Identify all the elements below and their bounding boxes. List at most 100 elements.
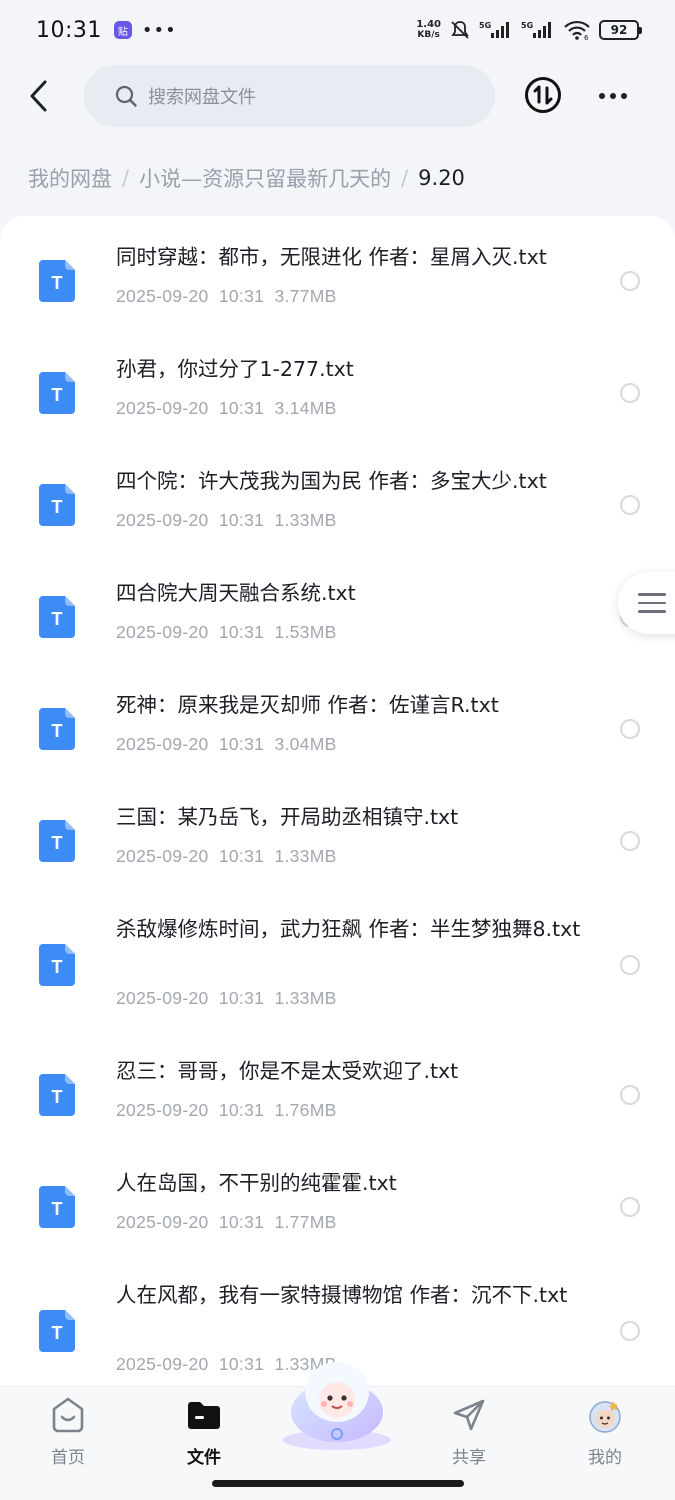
upload-download-icon [525,77,561,113]
svg-text:T: T [52,957,63,977]
nav-home-label: 首页 [51,1448,85,1468]
breadcrumb-root[interactable]: 我的网盘 [28,163,112,193]
svg-text:T: T [52,385,63,405]
svg-text:T: T [52,1199,63,1219]
app-notification-icon: 贴 [113,21,132,39]
file-meta: 2025-09-20 10:31 3.04MB [116,734,337,754]
file-row[interactable]: T 四个院：许大茂我为国为民 作者：多宝大少.txt 2025-09-20 10:3… [0,440,675,552]
txt-file-icon: T [39,372,75,414]
file-list: T 同时穿越：都市，无限进化 作者：星屑入灭.txt 2025-09-20 10:3… [0,216,675,1386]
file-name: 杀敌爆修炼时间，武力狂飙 作者：半生梦独舞8.txt [116,917,581,941]
dot-icon [599,93,605,99]
svg-text:T: T [52,609,63,629]
svg-text:T: T [52,1087,63,1107]
file-row[interactable]: T 忍三：哥哥，你是不是太受欢迎了.txt 2025-09-20 10:31 1.7… [0,1030,675,1142]
status-time: 10:31 [36,17,102,43]
file-meta: 2025-09-20 10:31 1.76MB [116,1100,337,1120]
file-meta: 2025-09-20 10:31 1.33MB [116,988,337,1008]
search-icon [115,85,137,107]
svg-text:T: T [52,1323,63,1343]
select-checkbox[interactable] [620,495,640,515]
nav-mine-label: 我的 [588,1448,622,1468]
menu-line-icon [638,610,666,613]
select-checkbox[interactable] [620,831,640,851]
status-bar: 10:31 贴 ••• 1.40 KB/s 5G 5G 6 92 [0,0,675,60]
breadcrumb: 我的网盘 / 小说—资源只留最新几天的 / 9.20 [28,160,465,196]
select-checkbox[interactable] [620,955,640,975]
file-name: 孙君，你过分了1-277.txt [116,357,354,381]
select-checkbox[interactable] [620,719,640,739]
breadcrumb-separator: / [122,166,130,190]
file-name: 同时穿越：都市，无限进化 作者：星屑入灭.txt [116,245,547,269]
avatar-icon [589,1401,621,1433]
search-placeholder: 搜索网盘文件 [148,87,256,108]
file-row[interactable]: T 四合院大周天融合系统.txt 2025-09-20 10:31 1.53MB [0,552,675,664]
top-bar: 搜索网盘文件 [0,62,675,130]
txt-file-icon: T [39,708,75,750]
file-row[interactable]: T 死神：原来我是灭却师 作者：佐谨言R.txt 2025-09-20 10:31 … [0,664,675,776]
svg-text:5G: 5G [521,21,533,30]
send-icon [453,1399,485,1431]
search-input[interactable]: 搜索网盘文件 [84,65,495,127]
svg-text:T: T [52,833,63,853]
file-meta: 2025-09-20 10:31 1.77MB [116,1212,337,1232]
dot-icon [610,93,616,99]
select-checkbox[interactable] [620,271,640,291]
menu-line-icon [638,593,666,596]
nav-home[interactable]: 首页 [23,1395,113,1468]
breadcrumb-folder[interactable]: 小说—资源只留最新几天的 [139,163,391,193]
select-checkbox[interactable] [620,1085,640,1105]
side-menu-handle[interactable] [618,572,675,634]
battery-indicator: 92 [599,20,642,40]
signal-5g-icon: 5G [479,20,513,40]
select-checkbox[interactable] [620,383,640,403]
wifi-icon: 6 [563,19,591,41]
network-speed: 1.40 KB/s [416,19,441,41]
nav-share-label: 共享 [452,1448,486,1468]
mute-icon [449,19,471,41]
svg-text:T: T [52,273,63,293]
svg-text:T: T [52,497,63,517]
status-indicators: 1.40 KB/s 5G 5G 6 92 [416,19,642,41]
file-row[interactable]: T 孙君，你过分了1-277.txt 2025-09-20 10:31 3.14MB [0,328,675,440]
file-name: 三国：某乃岳飞，开局助丞相镇守.txt [116,805,459,829]
nav-files[interactable]: 文件 [159,1395,249,1468]
nav-files-label: 文件 [187,1448,221,1468]
file-name: 人在岛国，不干别的纯霍霍.txt [116,1171,397,1195]
back-button[interactable] [22,76,54,116]
nav-mine[interactable]: 我的 [560,1395,650,1468]
txt-file-icon: T [39,260,75,302]
file-meta: 2025-09-20 10:31 3.77MB [116,286,337,306]
svg-text:5G: 5G [479,21,491,30]
more-options-button[interactable] [594,82,632,110]
file-row[interactable]: T 三国：某乃岳飞，开局助丞相镇守.txt 2025-09-20 10:31 1.3… [0,776,675,888]
file-row[interactable]: T 人在岛国，不干别的纯霍霍.txt 2025-09-20 10:31 1.77MB [0,1142,675,1254]
home-indicator [212,1480,464,1487]
file-name: 四个院：许大茂我为国为民 作者：多宝大少.txt [116,469,547,493]
txt-file-icon: T [39,944,75,986]
transfer-list-button[interactable] [524,76,562,114]
file-meta: 2025-09-20 10:31 1.53MB [116,622,337,642]
menu-line-icon [638,601,666,605]
file-row[interactable]: T 杀敌爆修炼时间，武力狂飙 作者：半生梦独舞8.txt 2025-09-20 10… [0,888,675,1030]
ai-assistant-mascot-button[interactable] [278,1352,396,1452]
nav-share[interactable]: 共享 [424,1395,514,1468]
txt-file-icon: T [39,1310,75,1352]
file-name: 四合院大周天融合系统.txt [116,581,356,605]
file-name: 人在风都，我有一家特摄博物馆 作者：沉不下.txt [116,1283,568,1307]
folder-icon [188,1402,220,1429]
file-name: 死神：原来我是灭却师 作者：佐谨言R.txt [116,693,499,717]
breadcrumb-current: 9.20 [418,166,465,190]
txt-file-icon: T [39,820,75,862]
txt-file-icon: T [39,1186,75,1228]
txt-file-icon: T [39,484,75,526]
txt-file-icon: T [39,596,75,638]
file-meta: 2025-09-20 10:31 3.14MB [116,398,337,418]
file-row[interactable]: T 同时穿越：都市，无限进化 作者：星屑入灭.txt 2025-09-20 10:3… [0,216,675,328]
file-name: 忍三：哥哥，你是不是太受欢迎了.txt [116,1059,459,1083]
chevron-left-icon [30,80,47,112]
select-checkbox[interactable] [620,1197,640,1217]
select-checkbox[interactable] [620,1321,640,1341]
file-meta: 2025-09-20 10:31 1.33MB [116,846,337,866]
svg-text:T: T [52,721,63,741]
